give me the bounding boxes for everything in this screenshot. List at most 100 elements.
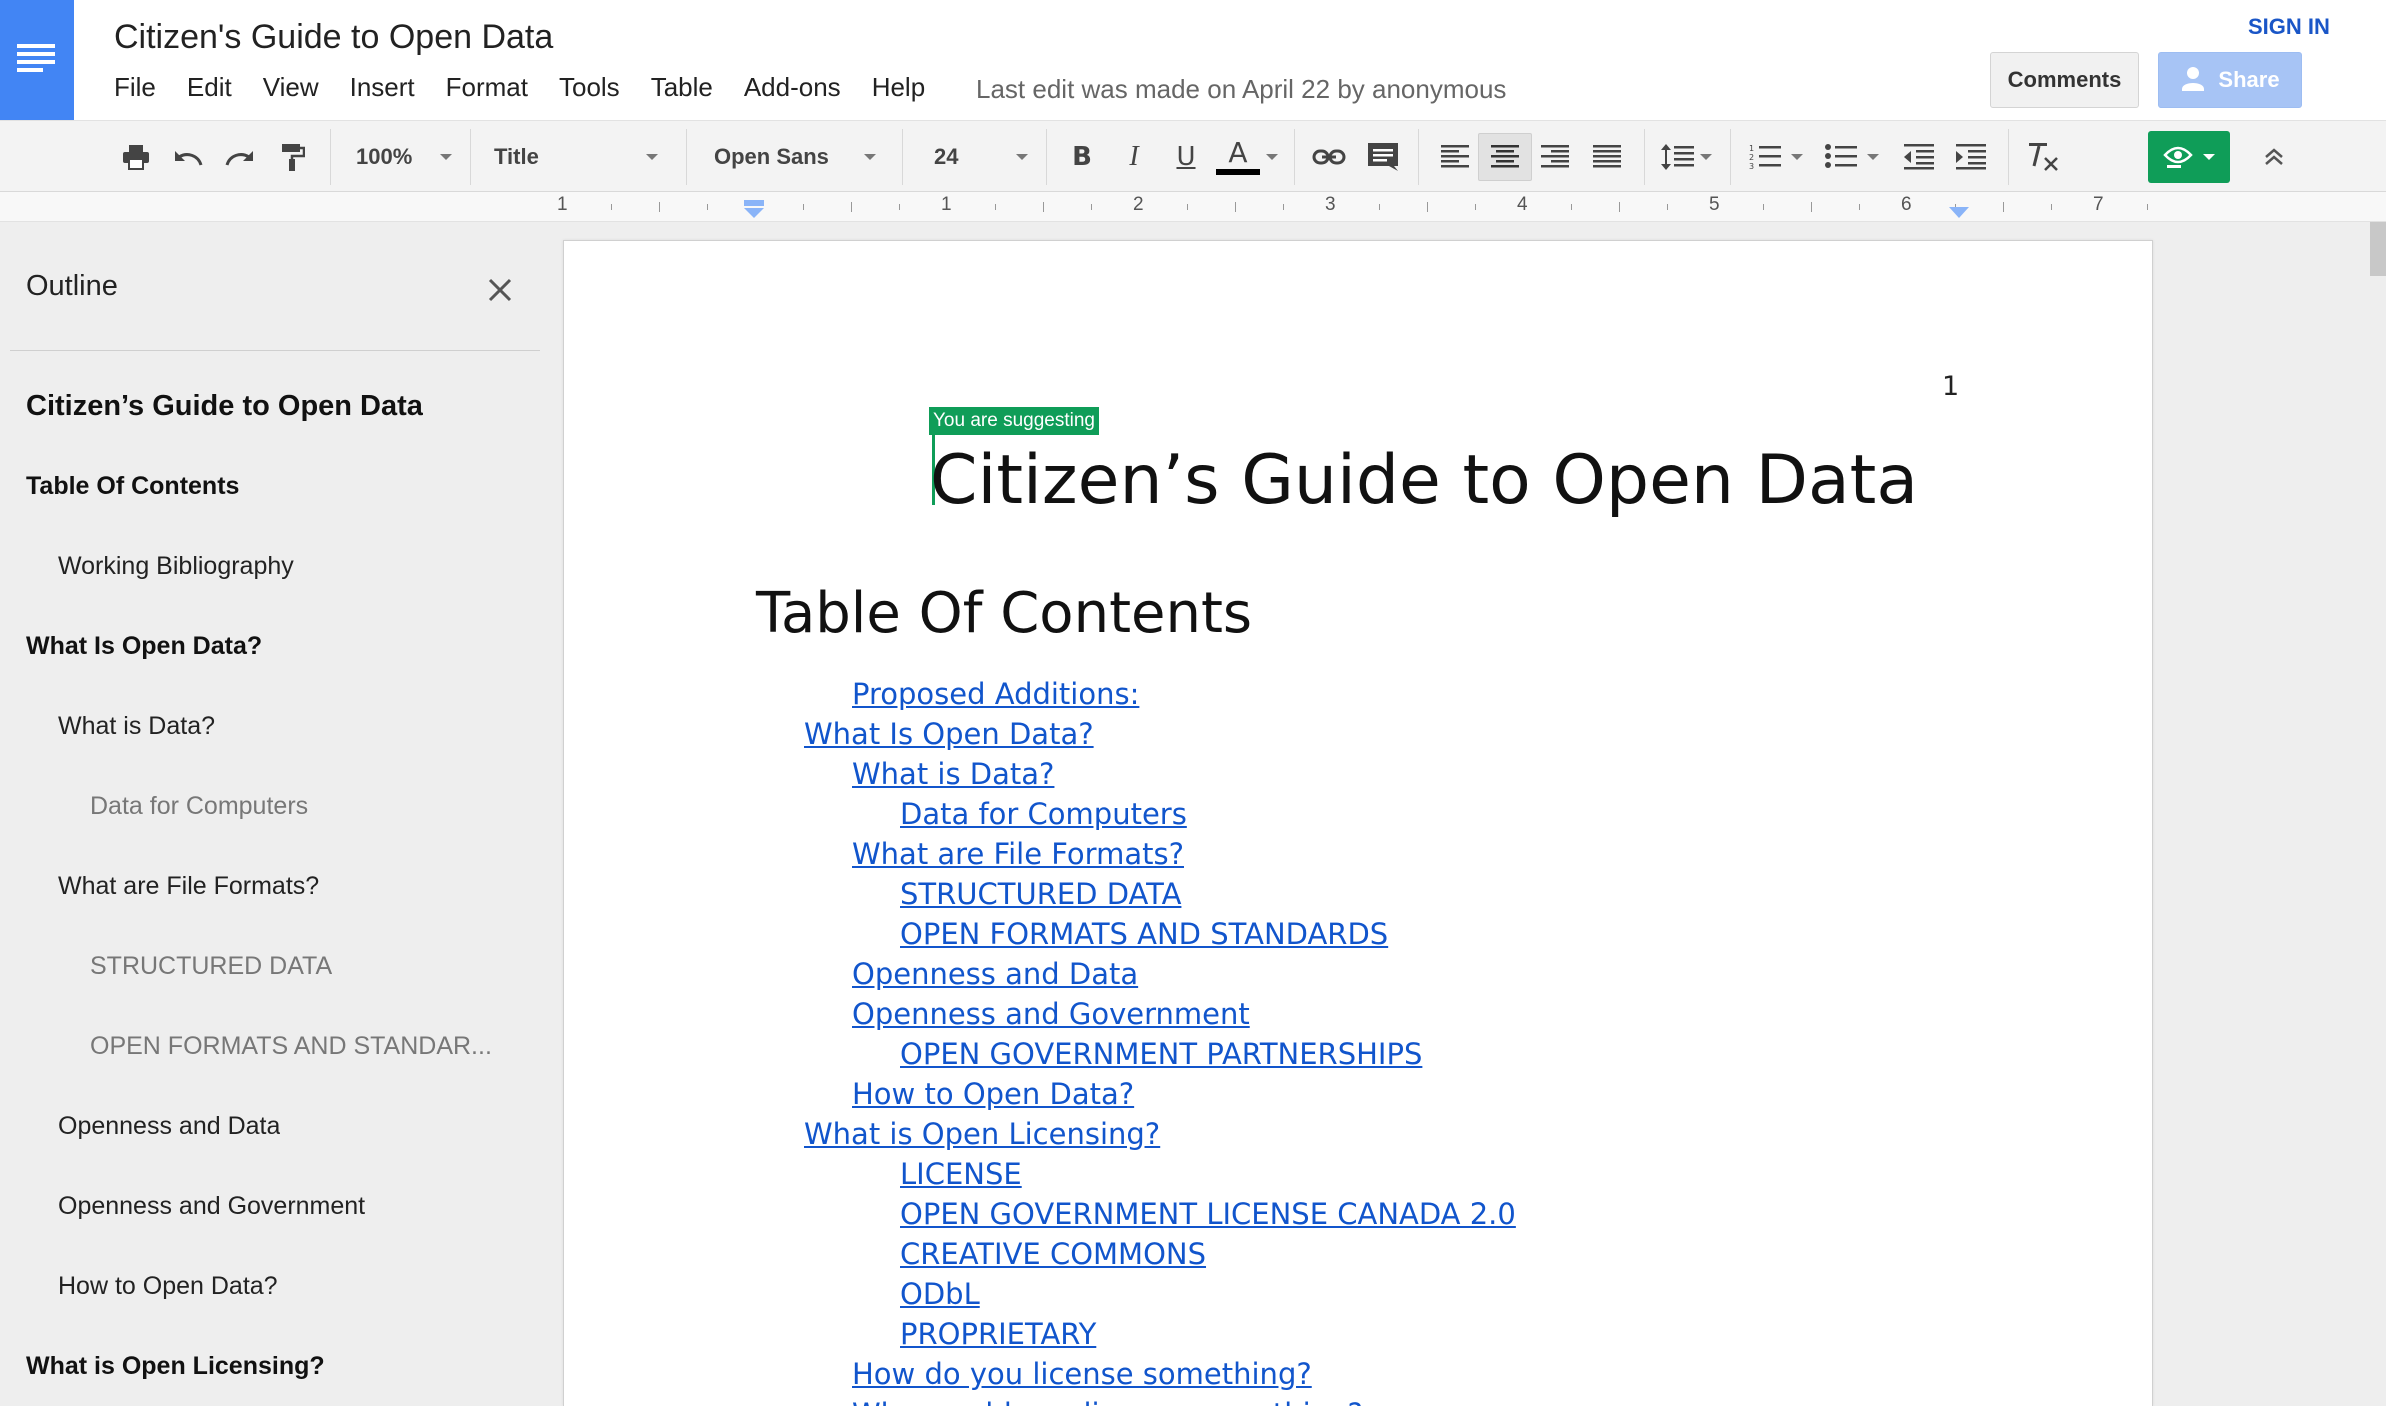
bulleted-list-button[interactable] [1820, 121, 1884, 193]
menu-tools[interactable]: Tools [559, 72, 620, 108]
vertical-scrollbar[interactable] [2370, 222, 2386, 276]
font-size-select[interactable]: 24 [934, 121, 1028, 193]
close-icon [488, 278, 512, 302]
menu-add-ons[interactable]: Add-ons [744, 72, 841, 108]
outline-item[interactable]: OPEN FORMATS AND STANDAR... [90, 1032, 492, 1061]
outline-item[interactable]: How to Open Data? [58, 1272, 278, 1301]
align-left-button[interactable] [1432, 121, 1478, 193]
toolbar-separator [1418, 129, 1419, 185]
docs-home-button[interactable] [0, 0, 74, 120]
numbered-list-button[interactable]: 1 2 3 [1744, 121, 1808, 193]
undo-button[interactable] [166, 121, 210, 193]
paragraph-style-select[interactable]: Title [494, 121, 664, 193]
toc-link[interactable]: What is Data? [852, 757, 1054, 791]
ruler-number: 2 [1133, 194, 1144, 215]
horizontal-ruler[interactable]: 1 1 2 3 4 5 6 7 [0, 192, 2386, 222]
chevron-down-icon [2203, 154, 2215, 160]
outline-item[interactable]: What is Data? [58, 712, 215, 741]
insert-comment-button[interactable] [1360, 121, 1406, 193]
ruler-tick [1091, 204, 1092, 210]
toc-link[interactable]: Data for Computers [900, 797, 1187, 831]
clear-formatting-button[interactable] [2020, 121, 2066, 193]
toolbar-separator [330, 129, 331, 185]
toc-link[interactable]: LICENSE [900, 1157, 1022, 1191]
bulleted-list-icon [1825, 144, 1857, 168]
underline-button[interactable]: U [1164, 121, 1208, 193]
menu-view[interactable]: View [263, 72, 319, 108]
text-color-button[interactable]: A [1214, 121, 1280, 193]
chevron-down-icon [1867, 154, 1879, 160]
outline-item[interactable]: What are File Formats? [58, 872, 319, 901]
ruler-tick [995, 204, 996, 210]
redo-button[interactable] [218, 121, 262, 193]
italic-button[interactable]: I [1112, 121, 1156, 193]
outline-item[interactable]: What is Open Licensing? [26, 1352, 325, 1381]
share-person-icon [2182, 67, 2205, 91]
docs-lines-icon-line [17, 60, 55, 64]
collapse-toolbar-icon [2265, 148, 2283, 165]
toc-link[interactable]: OPEN GOVERNMENT PARTNERSHIPS [900, 1037, 1422, 1071]
left-indent-marker-icon[interactable] [742, 200, 766, 220]
collapse-toolbar-button[interactable] [2256, 121, 2292, 193]
print-button[interactable] [114, 121, 158, 193]
close-outline-button[interactable] [484, 274, 516, 306]
outline-item[interactable]: Table Of Contents [26, 472, 239, 501]
insert-link-button[interactable] [1306, 121, 1352, 193]
menu-help[interactable]: Help [872, 72, 925, 108]
line-spacing-button[interactable] [1654, 121, 1718, 193]
toc-link[interactable]: OPEN FORMATS AND STANDARDS [900, 917, 1388, 951]
comments-button[interactable]: Comments [1990, 52, 2139, 108]
paint-format-button[interactable] [270, 121, 314, 193]
menu-table[interactable]: Table [651, 72, 713, 108]
toc-link[interactable]: ODbL [900, 1277, 980, 1311]
bold-button[interactable]: B [1060, 121, 1104, 193]
toc-link[interactable]: STRUCTURED DATA [900, 877, 1181, 911]
increase-indent-button[interactable] [1948, 121, 1994, 193]
outline-item[interactable]: Citizen’s Guide to Open Data [26, 390, 423, 423]
toc-link[interactable]: Openness and Government [852, 997, 1250, 1031]
outline-item[interactable]: Openness and Data [58, 1112, 280, 1141]
page-number: 1 [1942, 371, 1960, 402]
document-heading[interactable]: Citizen’s Guide to Open Data [930, 441, 1918, 520]
document-page[interactable]: 1 You are suggesting Citizen’s Guide to … [563, 240, 2153, 1406]
font-family-select[interactable]: Open Sans [714, 121, 884, 193]
toc-link[interactable]: What is Open Licensing? [804, 1117, 1160, 1151]
document-title[interactable]: Citizen's Guide to Open Data [114, 18, 553, 57]
underline-icon: U [1176, 142, 1196, 172]
toc-link[interactable]: Proposed Additions: [852, 677, 1139, 711]
menu-format[interactable]: Format [446, 72, 528, 108]
share-button[interactable]: Share [2158, 52, 2302, 108]
toc-link[interactable]: What are File Formats? [852, 837, 1184, 871]
ruler-tick [707, 204, 708, 210]
outline-item[interactable]: STRUCTURED DATA [90, 952, 332, 981]
toc-heading[interactable]: Table Of Contents [756, 581, 1252, 646]
toc-link[interactable]: How do you license something? [852, 1357, 1312, 1391]
toc-link[interactable]: How to Open Data? [852, 1077, 1134, 1111]
toc-link[interactable]: What Is Open Data? [804, 717, 1094, 751]
align-center-button[interactable] [1478, 133, 1532, 181]
zoom-select[interactable]: 100% [356, 121, 456, 193]
menu-file[interactable]: File [114, 72, 156, 108]
menu-insert[interactable]: Insert [350, 72, 415, 108]
right-indent-marker-icon[interactable] [1948, 206, 1970, 220]
chevron-down-icon [1791, 154, 1803, 160]
sign-in-link[interactable]: SIGN IN [2248, 14, 2330, 40]
menu-edit[interactable]: Edit [187, 72, 232, 108]
ruler-number: 6 [1901, 194, 1912, 215]
toc-link[interactable]: Openness and Data [852, 957, 1138, 991]
toc-link[interactable]: Why would you license something? [852, 1397, 1363, 1406]
last-edit-status[interactable]: Last edit was made on April 22 by anonym… [976, 74, 1506, 105]
align-justify-button[interactable] [1584, 121, 1630, 193]
align-right-button[interactable] [1532, 121, 1578, 193]
ruler-tick [1187, 204, 1188, 210]
ruler-tick [2147, 204, 2148, 210]
suggesting-mode-button[interactable] [2148, 131, 2230, 183]
outline-item[interactable]: Working Bibliography [58, 552, 294, 581]
decrease-indent-button[interactable] [1896, 121, 1942, 193]
toc-link[interactable]: OPEN GOVERNMENT LICENSE CANADA 2.0 [900, 1197, 1516, 1231]
outline-item[interactable]: Data for Computers [90, 792, 308, 821]
outline-item[interactable]: What Is Open Data? [26, 632, 262, 661]
toc-link[interactable]: CREATIVE COMMONS [900, 1237, 1206, 1271]
outline-item[interactable]: Openness and Government [58, 1192, 365, 1221]
toc-link[interactable]: PROPRIETARY [900, 1317, 1096, 1351]
